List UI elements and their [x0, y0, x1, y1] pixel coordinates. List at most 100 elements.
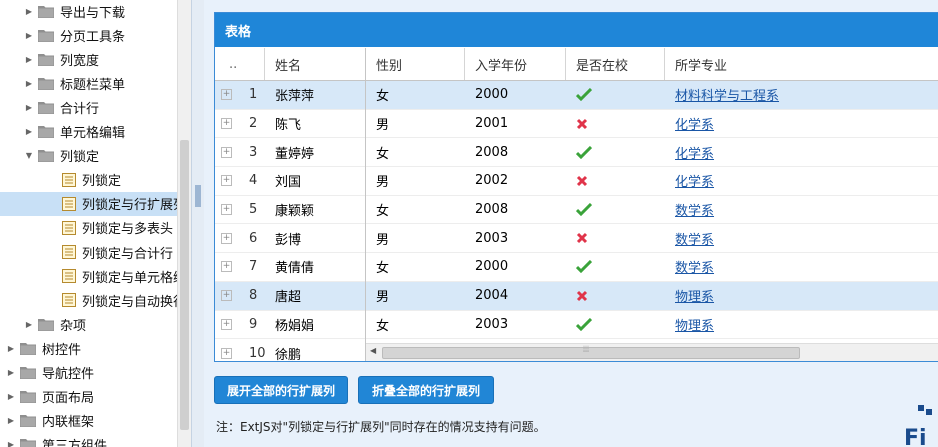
collapse-toggle[interactable] — [195, 185, 201, 207]
normal-columns: 性别 入学年份 是否在校 所学专业 女 2000 材料科学与工程系男 2001 化学系女… — [366, 48, 938, 361]
year-cell: 2004 — [475, 288, 509, 304]
major-link[interactable]: 材料科学与工程系 — [675, 85, 779, 104]
sidebar-item-label: 标题栏菜单 — [60, 77, 126, 93]
sidebar-item[interactable]: ▶ 内联框架 — [0, 409, 186, 433]
sidebar-scrollbar-thumb[interactable] — [180, 140, 189, 430]
horizontal-scrollbar-thumb[interactable]: ⦙⦙⦙ — [382, 345, 800, 359]
horizontal-scrollbar[interactable]: ◀ ⦙⦙⦙ — [366, 343, 938, 361]
locked-table-row[interactable]: +10 徐鹏 — [215, 339, 365, 361]
svg-text:Fi: Fi — [904, 426, 927, 447]
sidebar-item[interactable]: ▶ 单元格编辑 — [0, 120, 190, 144]
expanded-arrow-icon[interactable]: ▼ — [24, 151, 34, 161]
sidebar-item[interactable]: 列锁定与自动换行 — [0, 288, 190, 312]
row-expand-icon[interactable]: + — [221, 347, 232, 359]
cross-icon — [576, 118, 588, 129]
collapsed-arrow-icon[interactable]: ▶ — [6, 343, 16, 353]
collapsed-arrow-icon[interactable]: ▶ — [6, 368, 16, 378]
folder-icon — [20, 390, 36, 404]
collapsed-arrow-icon[interactable]: ▶ — [24, 54, 34, 64]
sidebar-item[interactable]: ▶ 分页工具条 — [0, 23, 190, 47]
row-number: 10 — [249, 345, 265, 361]
collapsed-arrow-icon[interactable]: ▶ — [24, 319, 34, 329]
row-expand-icon[interactable]: + — [221, 175, 232, 187]
row-expand-icon[interactable]: + — [221, 89, 232, 101]
gender-column-header[interactable]: 性别 — [366, 48, 465, 80]
major-link[interactable]: 物理系 — [675, 315, 714, 334]
major-link[interactable]: 数学系 — [675, 257, 714, 276]
sidebar-item[interactable]: ▶ 列宽度 — [0, 47, 190, 71]
expand-all-button[interactable]: 展开全部的行扩展列 — [214, 376, 348, 404]
collapsed-arrow-icon[interactable]: ▶ — [24, 30, 34, 40]
major-link[interactable]: 化学系 — [675, 143, 714, 162]
collapse-all-button[interactable]: 折叠全部的行扩展列 — [358, 376, 494, 404]
sidebar-item[interactable]: 列锁定 — [0, 168, 190, 192]
collapsed-arrow-icon[interactable]: ▶ — [6, 416, 16, 426]
row-expand-icon[interactable]: + — [221, 118, 232, 130]
name-cell: 徐鹏 — [275, 347, 302, 361]
locked-table-row[interactable]: +9 杨娟娟 — [215, 311, 365, 340]
locked-table-row[interactable]: +7 黄倩倩 — [215, 253, 365, 282]
sidebar-item[interactable]: ▶ 导航控件 — [0, 361, 186, 385]
sidebar-item[interactable]: ▶ 杂项 — [0, 312, 190, 336]
locked-table-row[interactable]: +6 彭博 — [215, 224, 365, 254]
sidebar-item[interactable]: 列锁定与合计行 — [0, 240, 190, 264]
collapsed-arrow-icon[interactable]: ▶ — [6, 392, 16, 402]
sidebar-item[interactable]: 列锁定与多表头 — [0, 216, 190, 240]
table-row[interactable]: 女 2008 化学系 — [366, 138, 938, 168]
collapsed-arrow-icon[interactable]: ▶ — [24, 6, 34, 16]
sidebar-item[interactable]: ▶ 导出与下载 — [0, 0, 190, 23]
locked-table-row[interactable]: +3 董婷婷 — [215, 138, 365, 168]
locked-table-row[interactable]: +2 陈飞 — [215, 110, 365, 139]
sidebar-item[interactable]: ▶ 页面布局 — [0, 385, 186, 409]
sidebar-item[interactable]: ▶ 合计行 — [0, 95, 190, 119]
sidebar-item[interactable]: ▶ 标题栏菜单 — [0, 71, 190, 95]
locked-table-row[interactable]: +1 张萍萍 — [215, 81, 365, 110]
table-row[interactable]: 女 2000 材料科学与工程系 — [366, 81, 938, 110]
sidebar-item[interactable]: ▶ 第三方组件 — [0, 433, 186, 447]
row-expand-icon[interactable]: + — [221, 232, 232, 244]
row-expand-icon[interactable]: + — [221, 318, 232, 330]
collapsed-arrow-icon[interactable]: ▶ — [24, 102, 34, 112]
gender-cell: 男 — [376, 232, 390, 248]
table-row[interactable]: 女 2000 数学系 — [366, 253, 938, 282]
table-row[interactable]: 男 2002 化学系 — [366, 167, 938, 196]
locked-table-row[interactable]: +4 刘国 — [215, 167, 365, 196]
folder-open-icon — [38, 149, 54, 163]
table-row[interactable]: 男 2004 物理系 — [366, 281, 938, 311]
atschool-column-header[interactable]: 是否在校 — [566, 48, 665, 80]
name-column-header[interactable]: 姓名 — [265, 48, 365, 80]
sidebar-item[interactable]: 列锁定与单元格编辑 — [0, 264, 190, 288]
table-row[interactable]: 男 2001 化学系 — [366, 110, 938, 139]
table-row[interactable]: 男 2003 数学系 — [366, 224, 938, 254]
sidebar-item[interactable]: ▶ 树控件 — [0, 336, 186, 360]
row-expand-icon[interactable]: + — [221, 290, 232, 302]
table-row[interactable]: 女 2003 物理系 — [366, 311, 938, 340]
major-link[interactable]: 化学系 — [675, 171, 714, 190]
sidebar-item[interactable]: 列锁定与行扩展列 — [0, 191, 190, 216]
major-link[interactable]: 化学系 — [675, 114, 714, 133]
row-expand-icon[interactable]: + — [221, 261, 232, 273]
scroll-left-icon[interactable]: ◀ — [370, 346, 376, 355]
collapsed-arrow-icon[interactable]: ▶ — [6, 440, 16, 447]
major-link[interactable]: 数学系 — [675, 229, 714, 248]
year-column-header[interactable]: 入学年份 — [465, 48, 566, 80]
table-row[interactable]: 女 2008 数学系 — [366, 196, 938, 225]
atschool-cell — [566, 311, 665, 339]
sidebar-item[interactable]: ▼ 列锁定 — [0, 144, 190, 168]
sidebar-scrollbar[interactable] — [177, 0, 191, 447]
locked-table-row[interactable]: +5 康颖颖 — [215, 196, 365, 225]
row-number: 7 — [249, 259, 258, 275]
major-link[interactable]: 物理系 — [675, 286, 714, 305]
locked-table-row[interactable]: +8 唐超 — [215, 281, 365, 311]
sidebar-item-label: 杂项 — [60, 318, 87, 334]
row-expand-icon[interactable]: + — [221, 146, 232, 158]
major-column-header[interactable]: 所学专业 — [665, 48, 938, 80]
region-splitter[interactable] — [191, 0, 205, 447]
collapsed-arrow-icon[interactable]: ▶ — [24, 127, 34, 137]
expander-column-header[interactable]: .. — [215, 48, 265, 80]
collapsed-arrow-icon[interactable]: ▶ — [24, 78, 34, 88]
row-expand-icon[interactable]: + — [221, 204, 232, 216]
major-link[interactable]: 数学系 — [675, 200, 714, 219]
page-icon — [62, 220, 76, 235]
atschool-cell — [566, 81, 665, 109]
